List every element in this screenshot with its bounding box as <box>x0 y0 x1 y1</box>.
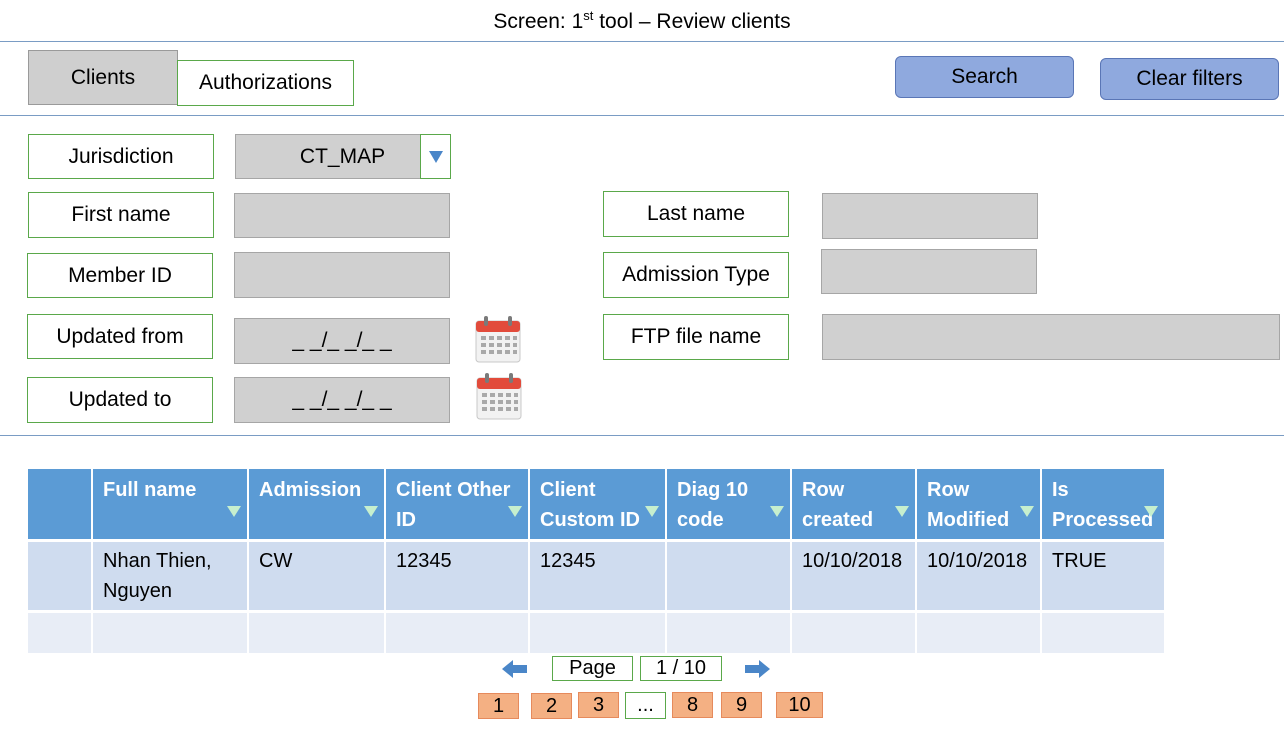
first-name-label: First name <box>28 192 214 238</box>
table-header-row: Full name Admission Client Other ID Clie… <box>28 469 1166 541</box>
jurisdiction-select[interactable]: CT_MAP <box>235 134 422 179</box>
calendar-icon <box>476 373 522 420</box>
updated-from-label: Updated from <box>27 314 213 359</box>
column-header-diag-10-code[interactable]: Diag 10 code <box>666 469 792 541</box>
table-cell <box>529 610 667 653</box>
filter-icon[interactable] <box>508 506 522 517</box>
filter-icon[interactable] <box>227 506 241 517</box>
divider <box>0 435 1284 436</box>
jurisdiction-label: Jurisdiction <box>28 134 214 179</box>
member-id-label: Member ID <box>27 253 213 298</box>
last-name-input[interactable] <box>822 193 1038 239</box>
table-cell: Nhan Thien, Nguyen <box>92 539 249 612</box>
table-cell: CW <box>248 539 386 612</box>
filter-icon[interactable] <box>364 506 378 517</box>
column-header-row-created[interactable]: Row created <box>791 469 917 541</box>
column-header-select <box>28 469 93 541</box>
table-cell: 10/10/2018 <box>916 539 1042 612</box>
table-cell: 12345 <box>385 539 530 612</box>
screen-title: Screen: 1st tool – Review clients <box>493 8 791 33</box>
divider <box>0 115 1284 116</box>
jurisdiction-dropdown-button[interactable] <box>420 134 451 179</box>
updated-to-input[interactable]: _ _/_ _/_ _ <box>234 377 450 423</box>
divider <box>0 41 1284 42</box>
page-indicator: 1 / 10 <box>640 656 722 681</box>
first-name-input[interactable] <box>234 193 450 238</box>
calendar-from-button[interactable] <box>475 315 521 368</box>
search-button[interactable]: Search <box>895 56 1074 98</box>
clear-filters-button[interactable]: Clear filters <box>1100 58 1279 100</box>
table-row[interactable] <box>28 610 1166 653</box>
table-cell <box>385 610 530 653</box>
table-cell: TRUE <box>1041 539 1166 612</box>
page-label: Page <box>552 656 633 681</box>
ftp-file-name-input[interactable] <box>822 314 1280 360</box>
page-number-button[interactable]: 9 <box>721 692 762 718</box>
column-header-admission[interactable]: Admission <box>248 469 386 541</box>
page-number-button[interactable]: 2 <box>531 693 572 719</box>
arrow-left-icon <box>502 660 527 678</box>
table-cell <box>1041 610 1166 653</box>
table-cell <box>916 610 1042 653</box>
table-cell <box>791 610 917 653</box>
previous-page-button[interactable] <box>502 659 528 684</box>
page-ellipsis: ... <box>625 692 666 719</box>
tab-authorizations[interactable]: Authorizations <box>177 60 354 106</box>
column-header-is-processed[interactable]: Is Processed <box>1041 469 1166 541</box>
page-number-button[interactable]: 1 <box>478 693 519 719</box>
calendar-icon <box>475 316 521 363</box>
column-header-client-custom-id[interactable]: Client Custom ID <box>529 469 667 541</box>
table-cell <box>28 539 93 612</box>
admission-type-input[interactable] <box>821 249 1037 294</box>
table-cell <box>666 539 792 612</box>
arrow-right-icon <box>745 660 770 678</box>
filter-icon[interactable] <box>1144 506 1158 517</box>
table-row[interactable]: Nhan Thien, Nguyen CW 12345 12345 10/10/… <box>28 539 1166 612</box>
filter-icon[interactable] <box>770 506 784 517</box>
ftp-file-name-label: FTP file name <box>603 314 789 360</box>
updated-to-label: Updated to <box>27 377 213 423</box>
column-header-full-name[interactable]: Full name <box>92 469 249 541</box>
calendar-to-button[interactable] <box>476 372 522 425</box>
table-cell <box>248 610 386 653</box>
admission-type-label: Admission Type <box>603 252 789 298</box>
dropdown-arrow-icon <box>428 150 443 163</box>
table-cell <box>92 610 249 653</box>
results-table: Full name Admission Client Other ID Clie… <box>28 469 1166 653</box>
member-id-input[interactable] <box>234 252 450 298</box>
filter-icon[interactable] <box>645 506 659 517</box>
last-name-label: Last name <box>603 191 789 237</box>
page-number-button[interactable]: 10 <box>776 692 823 718</box>
page-number-button[interactable]: 3 <box>578 692 619 718</box>
filter-icon[interactable] <box>1020 506 1034 517</box>
next-page-button[interactable] <box>744 659 770 684</box>
tab-clients[interactable]: Clients <box>28 50 178 105</box>
column-header-row-modified[interactable]: Row Modified <box>916 469 1042 541</box>
table-cell <box>28 610 93 653</box>
table-cell <box>666 610 792 653</box>
table-cell: 10/10/2018 <box>791 539 917 612</box>
page-number-button[interactable]: 8 <box>672 692 713 718</box>
table-cell: 12345 <box>529 539 667 612</box>
column-header-client-other-id[interactable]: Client Other ID <box>385 469 530 541</box>
updated-from-input[interactable]: _ _/_ _/_ _ <box>234 318 450 364</box>
filter-icon[interactable] <box>895 506 909 517</box>
